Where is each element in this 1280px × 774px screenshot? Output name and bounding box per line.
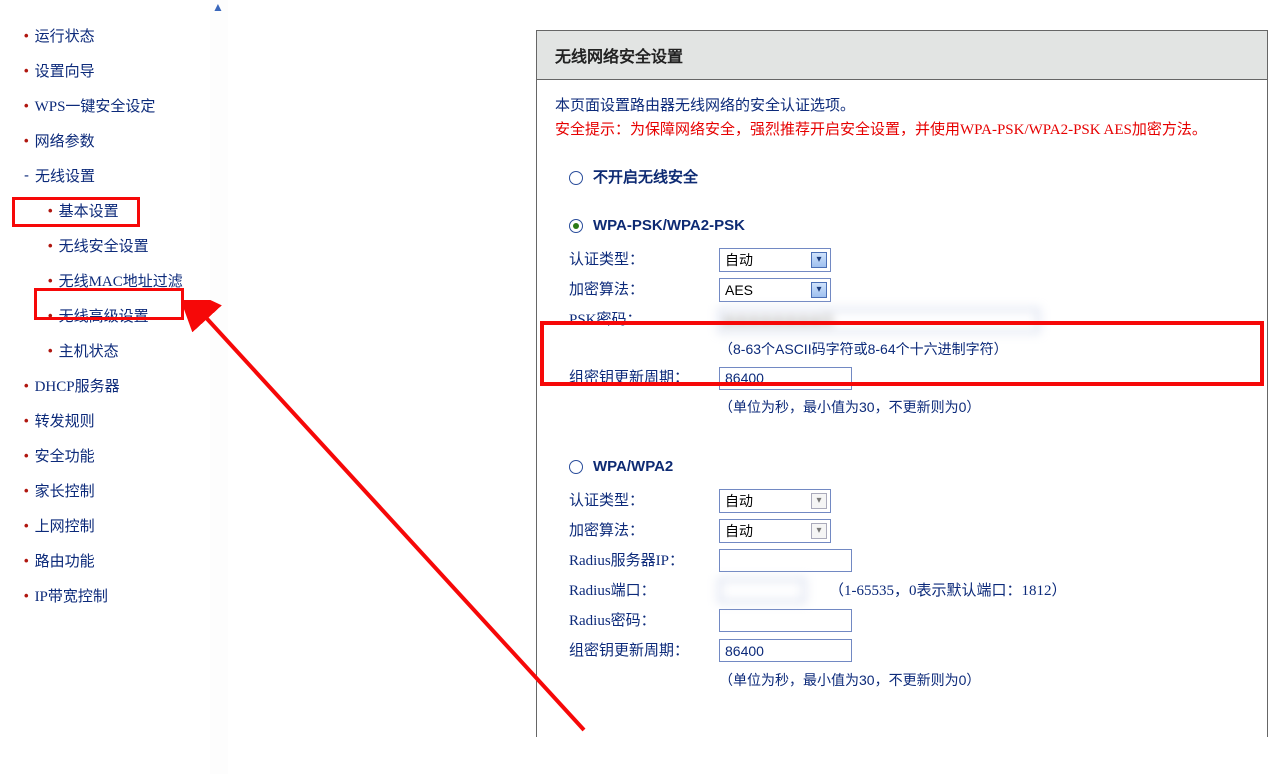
radius-ip-input[interactable] xyxy=(719,549,852,572)
radius-ip-label: Radius服务器IP： xyxy=(569,549,719,573)
wpa-enc-label: 加密算法： xyxy=(569,519,719,543)
bullet-icon: • xyxy=(24,63,29,78)
nav-security[interactable]: •安全功能 xyxy=(0,438,210,473)
wpapsk-auth-label: 认证类型： xyxy=(569,248,719,272)
chevron-down-icon: ▾ xyxy=(811,252,827,268)
radius-pwd-label: Radius密码： xyxy=(569,609,719,633)
wpapsk-auth-select[interactable]: 自动 ▾ xyxy=(719,248,831,272)
nav-network-params[interactable]: •网络参数 xyxy=(0,123,210,158)
nav-host-status[interactable]: •主机状态 xyxy=(0,333,210,368)
scroll-up-icon[interactable]: ▲ xyxy=(212,0,224,15)
chevron-down-icon: ▾ xyxy=(811,523,827,539)
minus-icon: - xyxy=(24,167,29,184)
wpapsk-rekey-hint: （单位为秒，最小值为30，不更新则为0） xyxy=(719,396,1249,418)
nav-bandwidth[interactable]: •IP带宽控制 xyxy=(0,578,210,613)
chevron-down-icon: ▾ xyxy=(811,493,827,509)
radio-disable-label: 不开启无线安全 xyxy=(593,166,698,190)
bullet-icon: • xyxy=(48,343,53,358)
bullet-icon: • xyxy=(24,98,29,113)
sidebar: •运行状态 •设置向导 •WPS一键安全设定 •网络参数 -无线设置 •基本设置… xyxy=(0,0,210,774)
nav-forwarding[interactable]: •转发规则 xyxy=(0,403,210,438)
nav-wireless[interactable]: -无线设置 xyxy=(0,158,210,193)
main-content: 无线网络安全设置 本页面设置路由器无线网络的安全认证选项。 安全提示：为保障网络… xyxy=(228,0,1280,774)
bullet-icon: • xyxy=(48,308,53,323)
radio-disable-security[interactable] xyxy=(569,171,583,185)
psk-hint: （8-63个ASCII码字符或8-64个十六进制字符） xyxy=(719,338,1249,360)
bullet-icon: • xyxy=(24,483,29,498)
scrollbar[interactable]: ▲ xyxy=(210,0,228,774)
radius-pwd-input[interactable] xyxy=(719,609,852,632)
psk-password-input[interactable]: ● ● ● ● ● ● ● ● 9 xyxy=(719,309,1039,332)
chevron-down-icon: ▾ xyxy=(811,282,827,298)
wpapsk-rekey-label: 组密钥更新周期： xyxy=(569,366,719,390)
wpapsk-enc-label: 加密算法： xyxy=(569,278,719,302)
wpapsk-rekey-input[interactable]: 86400 xyxy=(719,367,852,390)
wpa-enc-select[interactable]: 自动 ▾ xyxy=(719,519,831,543)
bullet-icon: • xyxy=(24,553,29,568)
wpa-rekey-hint: （单位为秒，最小值为30，不更新则为0） xyxy=(719,669,1249,691)
nav-wireless-mac[interactable]: •无线MAC地址过滤 xyxy=(0,263,210,298)
radius-port-label: Radius端口： xyxy=(569,579,719,603)
bullet-icon: • xyxy=(24,378,29,393)
nav-routing[interactable]: •路由功能 xyxy=(0,543,210,578)
nav-wireless-security[interactable]: •无线安全设置 xyxy=(0,228,210,263)
panel-title: 无线网络安全设置 xyxy=(537,31,1267,80)
wpa-rekey-input[interactable]: 86400 xyxy=(719,639,852,662)
radio-wpa-label: WPA/WPA2 xyxy=(593,455,673,479)
nav-runtime-status[interactable]: •运行状态 xyxy=(0,18,210,53)
bullet-icon: • xyxy=(24,448,29,463)
nav-wireless-basic[interactable]: •基本设置 xyxy=(0,193,210,228)
bullet-icon: • xyxy=(48,203,53,218)
bullet-icon: • xyxy=(24,518,29,533)
nav-parental[interactable]: •家长控制 xyxy=(0,473,210,508)
radio-wpa[interactable] xyxy=(569,460,583,474)
bullet-icon: • xyxy=(48,238,53,253)
wpa-auth-select[interactable]: 自动 ▾ xyxy=(719,489,831,513)
wpapsk-enc-select[interactable]: AES ▾ xyxy=(719,278,831,302)
nav-access-control[interactable]: •上网控制 xyxy=(0,508,210,543)
nav-setup-wizard[interactable]: •设置向导 xyxy=(0,53,210,88)
panel-intro: 本页面设置路由器无线网络的安全认证选项。 xyxy=(555,94,1249,118)
radius-port-hint: （1-65535，0表示默认端口：1812） xyxy=(829,579,1067,603)
radio-wpapsk[interactable] xyxy=(569,219,583,233)
radius-port-input[interactable] xyxy=(719,579,805,602)
radio-wpapsk-label: WPA-PSK/WPA2-PSK xyxy=(593,214,745,238)
bullet-icon: • xyxy=(24,28,29,43)
bullet-icon: • xyxy=(24,588,29,603)
nav-dhcp[interactable]: •DHCP服务器 xyxy=(0,368,210,403)
bullet-icon: • xyxy=(48,273,53,288)
wpa-rekey-label: 组密钥更新周期： xyxy=(569,639,719,663)
wpa-auth-label: 认证类型： xyxy=(569,489,719,513)
wireless-security-panel: 无线网络安全设置 本页面设置路由器无线网络的安全认证选项。 安全提示：为保障网络… xyxy=(536,30,1268,737)
bullet-icon: • xyxy=(24,413,29,428)
psk-label: PSK密码： xyxy=(569,308,719,332)
nav-wireless-advanced[interactable]: •无线高级设置 xyxy=(0,298,210,333)
nav-wps[interactable]: •WPS一键安全设定 xyxy=(0,88,210,123)
bullet-icon: • xyxy=(24,133,29,148)
panel-warning: 安全提示：为保障网络安全，强烈推荐开启安全设置，并使用WPA-PSK/WPA2-… xyxy=(555,118,1249,142)
